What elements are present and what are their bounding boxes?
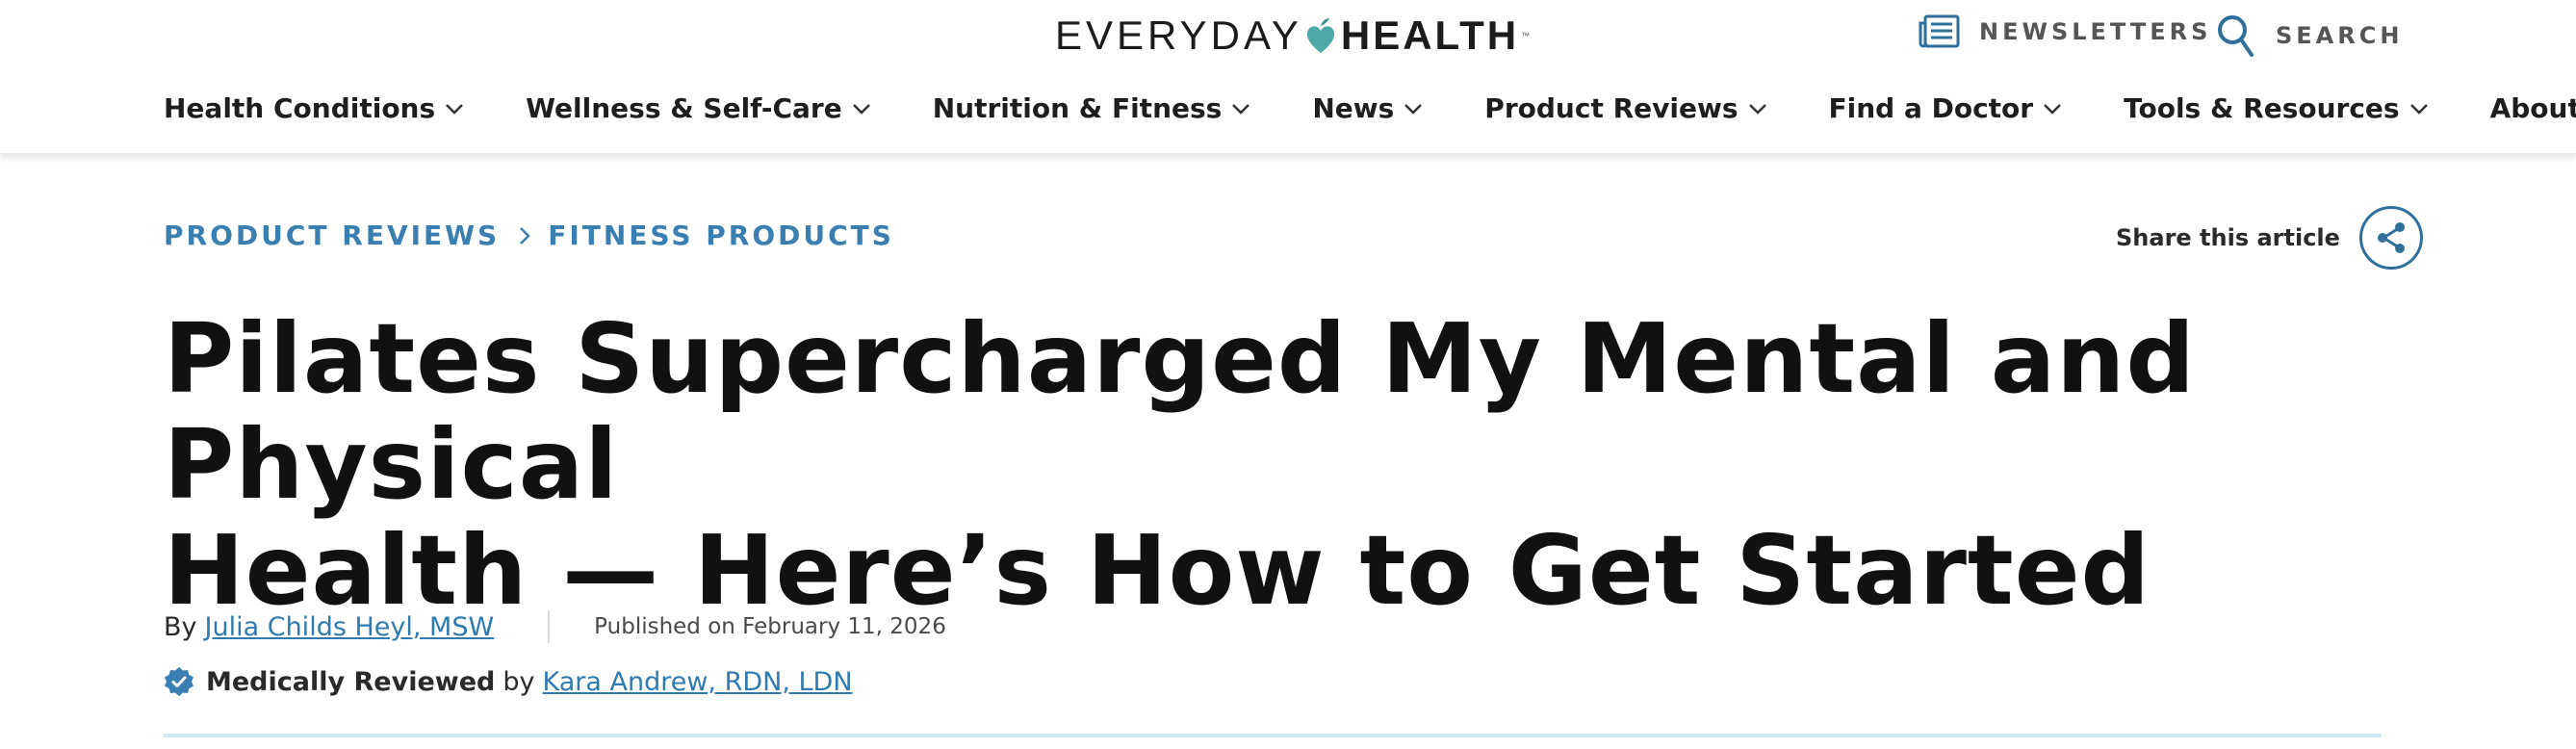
medical-review: Medically Reviewed by Kara Andrew, RDN, … <box>164 666 853 697</box>
newsletters-label: NEWSLETTERS <box>1979 18 2212 45</box>
logo-text-everyday: EVERYDAY <box>1055 13 1302 58</box>
byline-prefix: By <box>164 611 197 642</box>
nav-wellness-self-care[interactable]: Wellness & Self-Care <box>526 92 871 124</box>
nav-about-us[interactable]: About Us <box>2490 92 2576 124</box>
article-title: Pilates Supercharged My Mental and Physi… <box>164 306 2435 624</box>
nav-label: About Us <box>2489 92 2576 124</box>
search-link[interactable]: SEARCH <box>2216 13 2403 58</box>
verified-badge-icon <box>165 667 193 696</box>
article-title-line-1: Pilates Supercharged My Mental and Physi… <box>164 302 2196 521</box>
nav-product-reviews[interactable]: Product Reviews <box>1484 92 1766 124</box>
logo-text-health: HEALTH <box>1340 13 1520 58</box>
logo-trademark: ™ <box>1521 31 1531 40</box>
chevron-right-icon <box>520 226 530 245</box>
chevron-down-icon <box>1404 103 1423 115</box>
article-title-line-2: Health — Here’s How to Get Started <box>164 514 2151 627</box>
author-link[interactable]: Julia Childs Heyl, MSW <box>205 612 495 642</box>
share-label: Share this article <box>2116 224 2340 251</box>
chevron-down-icon <box>1232 103 1250 115</box>
chevron-down-icon <box>2044 103 2061 115</box>
nav-label: Nutrition & Fitness <box>932 92 1223 124</box>
section-divider <box>164 734 2382 737</box>
newspaper-icon <box>1919 14 1960 48</box>
chevron-down-icon <box>2409 103 2428 115</box>
site-header: EVERYDAY HEALTH ™ NEWSLETTERS SEARCH Hea… <box>0 0 2576 154</box>
search-label: SEARCH <box>2276 22 2404 49</box>
byline: By Julia Childs Heyl, MSW Published on F… <box>164 610 946 643</box>
reviewer-link[interactable]: Kara Andrew, RDN, LDN <box>542 667 852 697</box>
nav-label: Wellness & Self-Care <box>526 92 842 124</box>
nav-tools-resources[interactable]: Tools & Resources <box>2124 92 2428 124</box>
medically-reviewed-label: Medically Reviewed <box>206 666 496 697</box>
chevron-down-icon <box>852 103 870 115</box>
site-logo[interactable]: EVERYDAY HEALTH ™ <box>1055 12 1530 60</box>
breadcrumb-product-reviews[interactable]: PRODUCT REVIEWS <box>164 220 500 251</box>
review-by: by <box>502 666 535 697</box>
nav-label: News <box>1312 92 1395 124</box>
heart-leaf-icon <box>1306 18 1334 53</box>
main-nav: Health Conditions Wellness & Self-Care N… <box>164 92 2576 124</box>
chevron-down-icon <box>1748 103 1766 115</box>
search-icon <box>2218 15 2254 57</box>
share-button[interactable] <box>2358 206 2423 270</box>
nav-label: Tools & Resources <box>2124 92 2400 124</box>
nav-label: Find a Doctor <box>1828 92 2034 124</box>
nav-health-conditions[interactable]: Health Conditions <box>164 92 464 124</box>
nav-label: Health Conditions <box>164 92 436 124</box>
nav-find-a-doctor[interactable]: Find a Doctor <box>1829 92 2063 124</box>
nav-nutrition-fitness[interactable]: Nutrition & Fitness <box>933 92 1251 124</box>
nav-news[interactable]: News <box>1312 92 1423 124</box>
byline-divider <box>548 610 551 643</box>
published-date: Published on February 11, 2026 <box>594 614 946 639</box>
breadcrumb-fitness-products[interactable]: FITNESS PRODUCTS <box>548 220 894 251</box>
nav-label: Product Reviews <box>1484 92 1739 124</box>
newsletters-link[interactable]: NEWSLETTERS <box>1918 13 2211 50</box>
share-icon <box>2377 222 2405 253</box>
breadcrumb: PRODUCT REVIEWS FITNESS PRODUCTS <box>164 220 894 251</box>
chevron-down-icon <box>446 103 464 115</box>
share-article: Share this article <box>2116 206 2423 270</box>
